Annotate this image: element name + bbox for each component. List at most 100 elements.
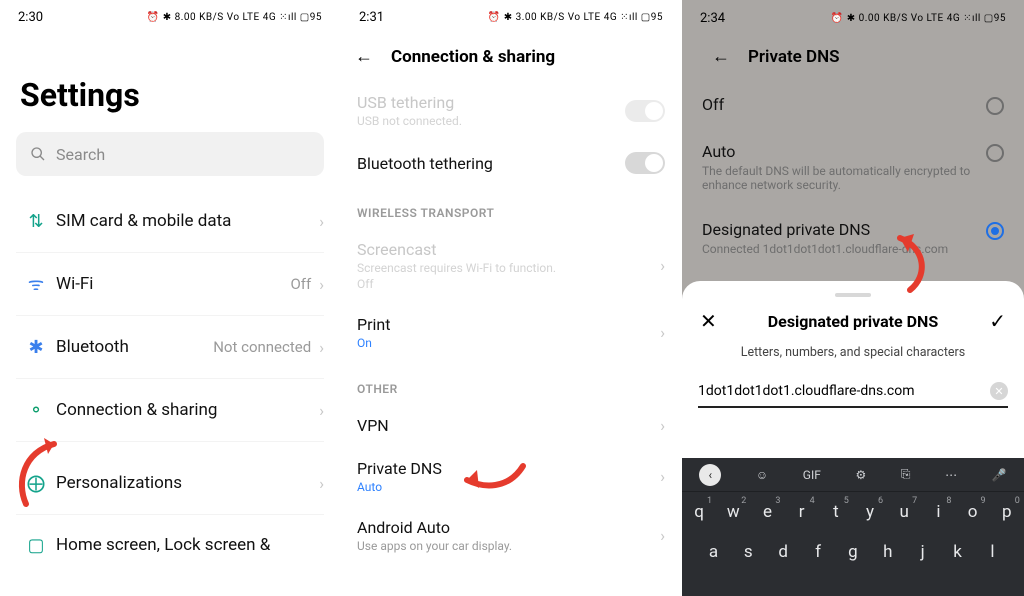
key-t[interactable]: t5 bbox=[823, 502, 849, 522]
page-title: Settings bbox=[20, 76, 324, 114]
chevron-right-icon: › bbox=[319, 338, 324, 357]
translate-icon[interactable]: ⎘ bbox=[901, 467, 911, 482]
chevron-right-icon: › bbox=[319, 474, 324, 493]
key-y[interactable]: y6 bbox=[857, 502, 883, 522]
key-o[interactable]: o9 bbox=[960, 502, 986, 522]
key-f[interactable]: f bbox=[804, 542, 832, 562]
search-input[interactable]: Search bbox=[16, 132, 324, 176]
option-off[interactable]: Off bbox=[698, 81, 1008, 128]
item-label: Screencast bbox=[357, 240, 556, 259]
chevron-right-icon: › bbox=[660, 256, 665, 275]
annotation-arrow bbox=[453, 458, 533, 504]
chevron-right-icon: › bbox=[319, 275, 324, 294]
share-icon: ⚬ bbox=[16, 400, 56, 421]
section-other: OTHER bbox=[357, 382, 665, 396]
key-a[interactable]: a bbox=[699, 542, 727, 562]
status-bar: 2:31 ⏰ ✱ 3.00 KB/S Vo LTE 4G ⁙ıll ▢95 bbox=[341, 0, 681, 28]
key-i[interactable]: i8 bbox=[925, 502, 951, 522]
mic-icon[interactable]: 🎤 bbox=[992, 468, 1007, 482]
option-sub: The default DNS will be automatically en… bbox=[702, 164, 978, 192]
status-time: 2:31 bbox=[359, 10, 384, 25]
bluetooth-icon: ✱ bbox=[16, 337, 56, 358]
item-sub: USB not connected. bbox=[357, 114, 462, 128]
item-label: Home screen, Lock screen & bbox=[56, 535, 324, 555]
key-w[interactable]: w2 bbox=[720, 502, 746, 522]
item-label: Private DNS bbox=[357, 459, 442, 478]
item-label: SIM card & mobile data bbox=[56, 211, 319, 231]
toggle[interactable] bbox=[625, 152, 665, 174]
item-label: Bluetooth tethering bbox=[357, 154, 493, 173]
dns-host-input[interactable] bbox=[698, 383, 990, 399]
item-sub: Use apps on your car display. bbox=[357, 539, 512, 553]
status-time: 2:34 bbox=[700, 11, 725, 26]
annotation-arrow bbox=[880, 228, 940, 302]
bottom-sheet: ✕ Designated private DNS ✓ Letters, numb… bbox=[682, 281, 1024, 596]
phone-settings: 2:30 ⏰ ✱ 8.00 KB/S Vo LTE 4G ⁙ıll ▢95 Se… bbox=[0, 0, 341, 596]
key-s[interactable]: s bbox=[734, 542, 762, 562]
header: ← Private DNS bbox=[698, 28, 1008, 81]
key-g[interactable]: g bbox=[839, 542, 867, 562]
keyboard-toolbar: ‹ ☺ GIF ⚙ ⎘ ⋯ 🎤 bbox=[682, 458, 1024, 492]
item-label: Android Auto bbox=[357, 518, 512, 537]
status-bar: 2:34 ⏰ ✱ 0.00 KB/S Vo LTE 4G ⁙ıll ▢95 bbox=[682, 0, 1024, 28]
search-icon bbox=[30, 146, 46, 162]
key-l[interactable]: l bbox=[978, 542, 1006, 562]
gif-button[interactable]: GIF bbox=[803, 468, 821, 482]
key-q[interactable]: q1 bbox=[686, 502, 712, 522]
close-button[interactable]: ✕ bbox=[700, 309, 717, 333]
item-label: Bluetooth bbox=[56, 337, 213, 357]
item-label: Connection & sharing bbox=[56, 400, 319, 420]
item-vpn[interactable]: VPN › bbox=[357, 404, 665, 447]
item-sim[interactable]: ⇅ SIM card & mobile data › bbox=[16, 190, 324, 253]
key-r[interactable]: r4 bbox=[789, 502, 815, 522]
item-wifi[interactable]: ᯤ Wi-Fi Off › bbox=[16, 253, 324, 316]
key-j[interactable]: j bbox=[909, 542, 937, 562]
wifi-icon: ᯤ bbox=[16, 272, 56, 296]
back-button[interactable]: ← bbox=[712, 46, 730, 67]
chevron-right-icon: › bbox=[660, 416, 665, 435]
item-sub2: Off bbox=[357, 277, 556, 291]
sheet-handle[interactable] bbox=[835, 293, 871, 297]
toggle bbox=[625, 100, 665, 122]
option-designated[interactable]: Designated private DNS Connected 1dot1do… bbox=[698, 206, 1008, 270]
confirm-button[interactable]: ✓ bbox=[989, 309, 1006, 333]
key-p[interactable]: p0 bbox=[994, 502, 1020, 522]
item-screencast: ScreencastScreencast requires Wi-Fi to f… bbox=[357, 228, 665, 303]
item-home-screen[interactable]: ▢ Home screen, Lock screen & bbox=[16, 515, 324, 575]
sheet-title: Designated private DNS bbox=[768, 312, 938, 331]
item-print[interactable]: PrintOn › bbox=[357, 303, 665, 362]
section-wireless: WIRELESS TRANSPORT bbox=[357, 206, 665, 220]
header-title: Connection & sharing bbox=[391, 47, 555, 67]
keyboard-row-2: a s d f g h j k l bbox=[682, 532, 1024, 572]
item-bluetooth[interactable]: ✱ Bluetooth Not connected › bbox=[16, 316, 324, 379]
header-title: Private DNS bbox=[748, 47, 840, 67]
option-label: Off bbox=[702, 95, 978, 114]
key-k[interactable]: k bbox=[944, 542, 972, 562]
key-h[interactable]: h bbox=[874, 542, 902, 562]
key-d[interactable]: d bbox=[769, 542, 797, 562]
back-button[interactable]: ← bbox=[355, 46, 373, 67]
radio[interactable] bbox=[986, 97, 1004, 115]
key-u[interactable]: u7 bbox=[891, 502, 917, 522]
input-hint: Letters, numbers, and special characters bbox=[698, 345, 1008, 360]
gear-icon[interactable]: ⚙ bbox=[855, 468, 866, 482]
status-bar: 2:30 ⏰ ✱ 8.00 KB/S Vo LTE 4G ⁙ıll ▢95 bbox=[0, 0, 340, 28]
key-e[interactable]: e3 bbox=[754, 502, 780, 522]
sticker-icon[interactable]: ☺ bbox=[756, 468, 768, 482]
annotation-arrow bbox=[6, 432, 76, 516]
phone-private-dns: 2:34 ⏰ ✱ 0.00 KB/S Vo LTE 4G ⁙ıll ▢95 ← … bbox=[682, 0, 1024, 596]
radio-selected[interactable] bbox=[986, 222, 1004, 240]
item-android-auto[interactable]: Android Auto Use apps on your car display… bbox=[357, 506, 665, 565]
option-auto[interactable]: Auto The default DNS will be automatical… bbox=[698, 128, 1008, 206]
item-sub: Auto bbox=[357, 480, 442, 494]
item-usb-tethering: USB tetheringUSB not connected. bbox=[357, 81, 665, 140]
keyboard[interactable]: ‹ ☺ GIF ⚙ ⎘ ⋯ 🎤 q1 w2 e3 r4 t5 y6 u7 i8 bbox=[682, 458, 1024, 596]
clear-button[interactable]: ✕ bbox=[990, 382, 1008, 400]
kb-collapse-icon[interactable]: ‹ bbox=[699, 464, 721, 486]
radio[interactable] bbox=[986, 144, 1004, 162]
item-bt-tethering[interactable]: Bluetooth tethering bbox=[357, 140, 665, 186]
item-label: VPN bbox=[357, 416, 389, 435]
dns-host-field[interactable]: ✕ bbox=[698, 378, 1008, 408]
more-icon[interactable]: ⋯ bbox=[945, 468, 957, 482]
option-label: Auto bbox=[702, 142, 978, 161]
